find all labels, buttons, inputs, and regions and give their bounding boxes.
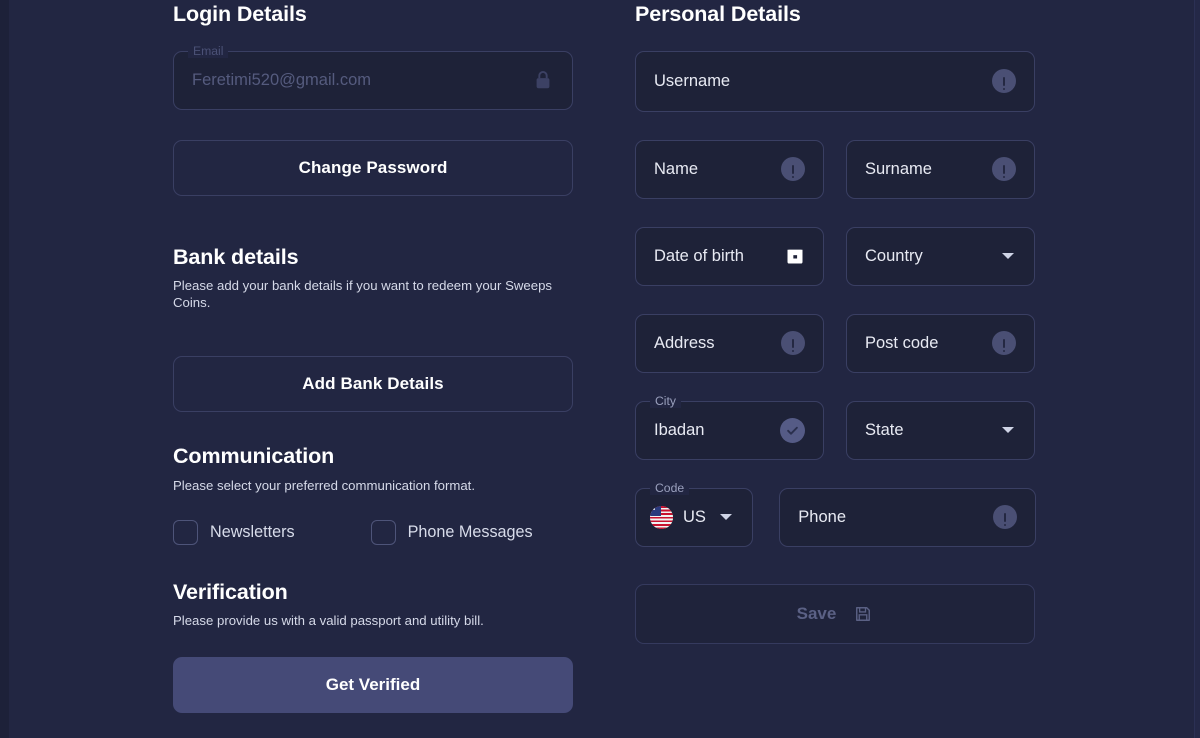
- name-row: Name Surname: [635, 139, 1036, 199]
- checkbox-newsletters-box[interactable]: [173, 519, 198, 545]
- alert-circle-icon-name: [781, 157, 805, 181]
- dob-country-row: Date of birth Country: [635, 226, 1036, 286]
- surname-field-placeholder: Surname: [865, 159, 932, 178]
- chevron-down-icon-state[interactable]: [1002, 427, 1014, 433]
- change-password-button[interactable]: Change Password: [173, 139, 573, 196]
- save-button-label: Save: [796, 603, 837, 623]
- alert-circle-icon-post-code: [992, 331, 1016, 355]
- phone-field-placeholder: Phone: [798, 507, 846, 526]
- login-details-title: Login Details: [173, 2, 307, 26]
- checkbox-phone-messages-label: Phone Messages: [407, 522, 533, 541]
- name-field-placeholder: Name: [654, 159, 699, 178]
- checkbox-phone-messages-box[interactable]: [370, 519, 396, 545]
- communication-description: Please select your preferred communicati…: [173, 477, 475, 493]
- name-field[interactable]: Name: [635, 139, 824, 199]
- lock-icon: [532, 68, 554, 92]
- country-select[interactable]: Country: [846, 226, 1035, 286]
- verification-description: Please provide us with a valid passport …: [173, 613, 484, 628]
- date-of-birth-field[interactable]: Date of birth: [635, 226, 824, 286]
- country-select-placeholder: Country: [865, 246, 923, 265]
- settings-columns: Login Details Email Feretimi520@gmail.co…: [0, 0, 1200, 738]
- date-of-birth-placeholder: Date of birth: [654, 246, 744, 265]
- email-field-label: Email: [188, 43, 229, 58]
- checkbox-phone-messages[interactable]: Phone Messages: [370, 519, 533, 545]
- city-field[interactable]: City Ibadan: [635, 393, 824, 460]
- verification-title: Verification: [173, 579, 288, 604]
- checkbox-newsletters-label: Newsletters: [210, 522, 295, 541]
- state-select-placeholder: State: [865, 420, 904, 439]
- city-state-row: City Ibadan State: [635, 393, 1036, 460]
- communication-title: Communication: [173, 444, 335, 468]
- email-field[interactable]: Email Feretimi520@gmail.com: [173, 43, 573, 110]
- city-field-value: Ibadan: [654, 420, 705, 439]
- login-details-column: Login Details Email Feretimi520@gmail.co…: [173, 0, 574, 738]
- address-row: Address Post code: [635, 313, 1036, 373]
- surname-field[interactable]: Surname: [846, 139, 1035, 199]
- alert-circle-icon-surname: [992, 157, 1016, 181]
- alert-circle-icon-phone: [993, 505, 1017, 529]
- personal-details-column: Personal Details Username Name Surname D…: [635, 0, 1036, 738]
- bank-details-title: Bank details: [173, 244, 299, 269]
- communication-options: Newsletters Phone Messages: [173, 519, 574, 545]
- country-code-value: US: [683, 507, 706, 526]
- account-settings-page: Login Details Email Feretimi520@gmail.co…: [0, 0, 1200, 738]
- email-field-value: Feretimi520@gmail.com: [192, 70, 372, 89]
- save-button[interactable]: Save: [635, 583, 1035, 644]
- add-bank-details-button[interactable]: Add Bank Details: [173, 356, 573, 412]
- address-field[interactable]: Address: [635, 313, 824, 373]
- username-field-placeholder: Username: [654, 71, 731, 90]
- alert-circle-icon-address: [781, 331, 805, 355]
- city-field-label: City: [650, 393, 681, 408]
- chevron-down-icon-country[interactable]: [1002, 253, 1014, 259]
- post-code-field[interactable]: Post code: [846, 313, 1035, 373]
- us-flag-icon: [650, 505, 673, 529]
- checkbox-newsletters[interactable]: Newsletters: [173, 519, 295, 545]
- post-code-field-placeholder: Post code: [865, 333, 939, 352]
- phone-field[interactable]: Phone: [779, 487, 1036, 547]
- country-code-select[interactable]: Code US: [635, 480, 754, 547]
- address-field-placeholder: Address: [654, 333, 715, 352]
- bank-details-description: Please add your bank details if you want…: [173, 278, 552, 310]
- alert-circle-icon-username: [992, 69, 1016, 93]
- check-circle-icon-city: [780, 417, 805, 443]
- country-code-label: Code: [650, 480, 690, 495]
- code-phone-row: Code US Phone: [635, 480, 1036, 547]
- state-select[interactable]: State: [846, 400, 1035, 460]
- calendar-icon[interactable]: [785, 246, 805, 266]
- username-field[interactable]: Username: [635, 50, 1035, 112]
- get-verified-button[interactable]: Get Verified: [173, 657, 573, 713]
- save-disk-icon: [853, 604, 873, 624]
- chevron-down-icon-code[interactable]: [719, 514, 732, 520]
- personal-details-title: Personal Details: [635, 2, 801, 26]
